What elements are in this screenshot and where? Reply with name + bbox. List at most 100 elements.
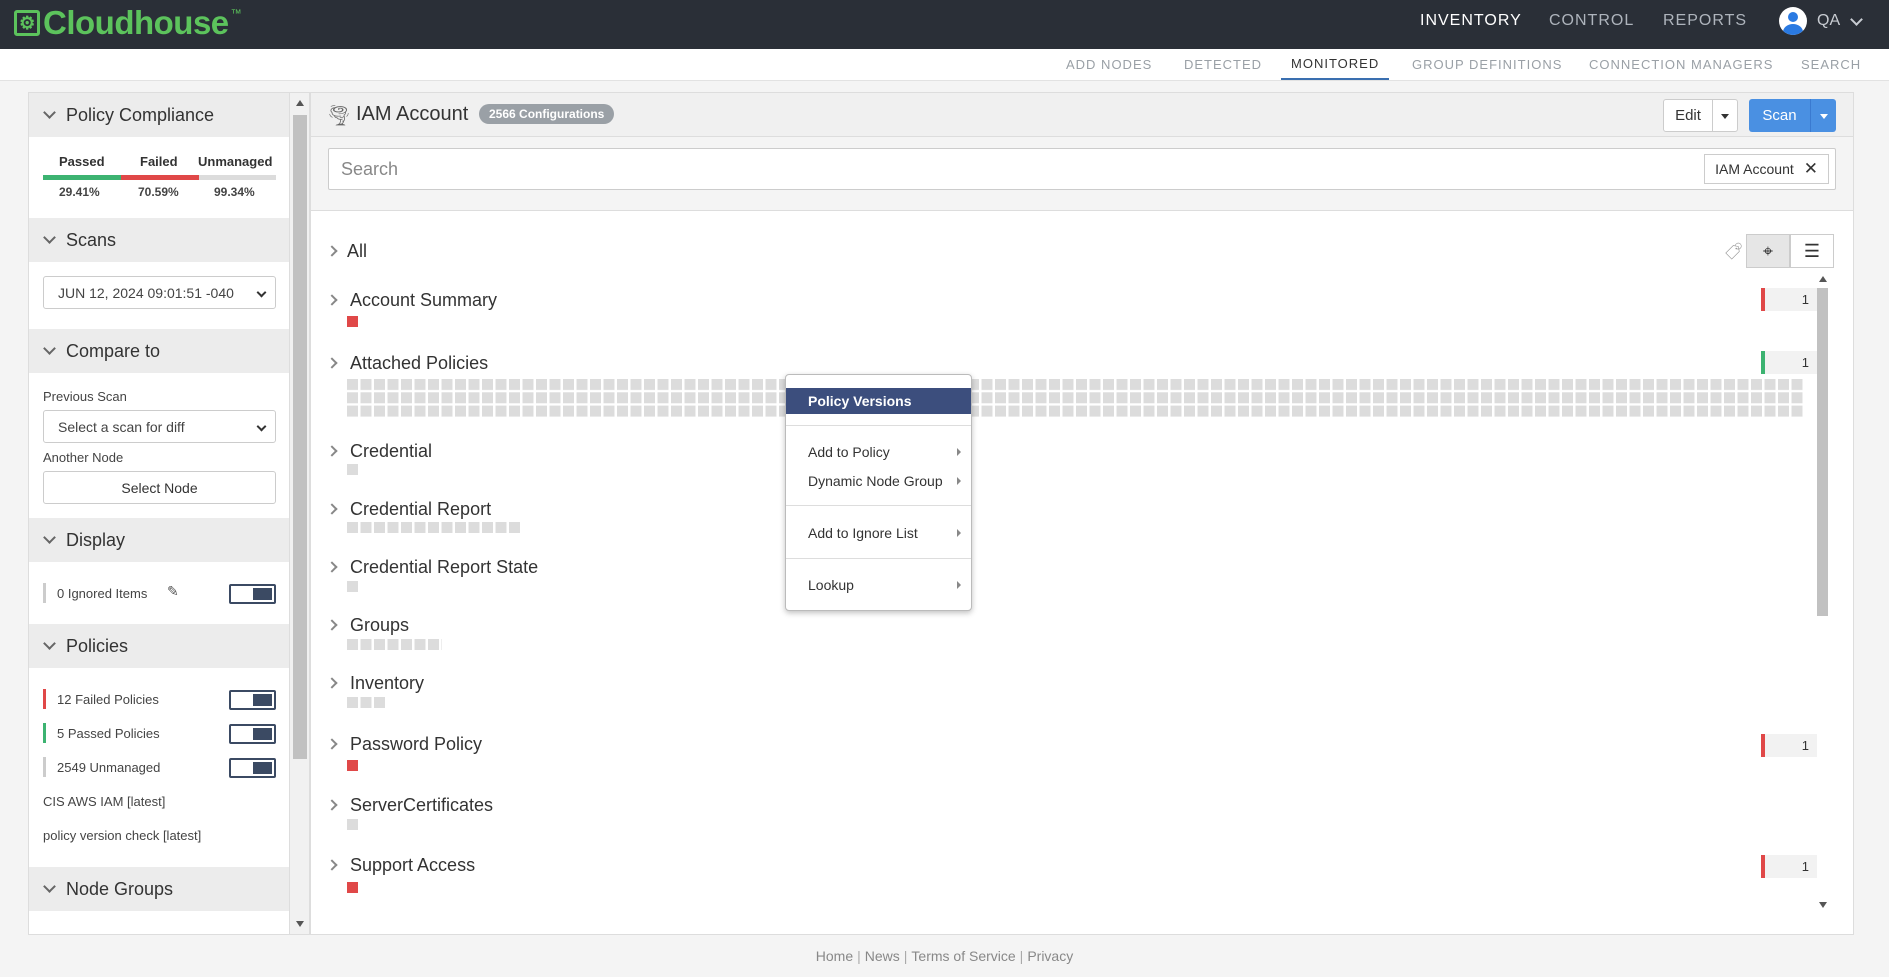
previous-scan-select[interactable]: Select a scan for diff [43, 410, 276, 443]
passed-indicator [43, 723, 46, 743]
cloudhouse-logo[interactable]: ⚙ Cloudhouse ™ [14, 4, 242, 41]
scroll-down-icon[interactable] [1819, 902, 1827, 908]
edit-icon[interactable]: ✎ [167, 583, 179, 600]
config-item-failed[interactable] [347, 316, 358, 327]
tree-row-label[interactable]: Credential Report State [350, 557, 538, 578]
tree-scroll-thumb[interactable] [1817, 288, 1828, 616]
menu-divider [786, 505, 971, 506]
search-input[interactable] [329, 149, 1479, 189]
tree-all[interactable]: All [347, 241, 367, 262]
config-items-grid[interactable] [347, 379, 1804, 418]
config-item[interactable] [347, 581, 358, 592]
tree-row-label[interactable]: Support Access [350, 855, 475, 876]
chevron-down-icon [43, 106, 56, 119]
tree-row-label[interactable]: Password Policy [350, 734, 482, 755]
scan-dropdown-button[interactable] [1810, 99, 1836, 132]
failed-indicator [43, 689, 46, 709]
list-view-button[interactable]: ☰ [1790, 234, 1834, 268]
subnav-search[interactable]: SEARCH [1801, 49, 1861, 80]
caret-down-icon [1721, 113, 1729, 119]
config-item-failed[interactable] [347, 882, 358, 893]
failed-indicator [1761, 288, 1765, 311]
sidebar-scrollbar[interactable] [290, 92, 310, 935]
tree-row-label[interactable]: ServerCertificates [350, 795, 493, 816]
select-node-button[interactable]: Select Node [43, 471, 276, 504]
chevron-right-icon [957, 448, 961, 456]
filter-chip[interactable]: IAM Account ✕ [1704, 154, 1829, 184]
another-node-label: Another Node [43, 450, 124, 465]
tree-row-label[interactable]: Attached Policies [350, 353, 488, 374]
policy-link[interactable]: policy version check [latest] [43, 828, 201, 843]
unmanaged-policies-toggle[interactable] [229, 758, 276, 778]
list-icon: ☰ [1803, 240, 1821, 261]
scan-button[interactable]: Scan [1749, 99, 1810, 132]
trademark: ™ [230, 8, 242, 20]
footer-link-privacy[interactable]: Privacy [1027, 948, 1073, 964]
footer-link-home[interactable]: Home [816, 948, 853, 964]
scan-select[interactable]: JUN 12, 2024 09:01:51 -040 [43, 276, 276, 309]
section-policies[interactable]: Policies [29, 624, 289, 668]
tag-icon[interactable]: 🏷 [1723, 241, 1743, 261]
tree-row-label[interactable]: Credential [350, 441, 432, 462]
menu-item-add-to-ignore-list[interactable]: Add to Ignore List [786, 521, 971, 545]
close-icon[interactable]: ✕ [1804, 159, 1818, 179]
section-compare-to[interactable]: Compare to [29, 329, 289, 373]
subnav-group-definitions[interactable]: GROUP DEFINITIONS [1412, 49, 1562, 80]
policy-link[interactable]: CIS AWS IAM [latest] [43, 794, 165, 809]
section-scans[interactable]: Scans [29, 218, 289, 262]
menu-item-label: Lookup [808, 577, 854, 593]
tree-row-label[interactable]: Inventory [350, 673, 424, 694]
footer-link-terms[interactable]: Terms of Service [911, 948, 1015, 964]
passed-label: Passed [59, 154, 105, 169]
context-menu: Policy Versions Add to Policy Dynamic No… [785, 374, 972, 611]
graph-view-button[interactable]: ⌖ [1746, 234, 1790, 268]
row-count-badge: 1 [1761, 734, 1817, 757]
logo-text: Cloudhouse [43, 4, 229, 41]
config-items-grid[interactable] [347, 522, 522, 533]
nav-control[interactable]: CONTROL [1549, 0, 1634, 42]
section-node-groups[interactable]: Node Groups [29, 867, 289, 911]
ignored-items-toggle[interactable] [229, 584, 276, 604]
scroll-up-icon[interactable] [1819, 276, 1827, 282]
config-items-grid[interactable] [347, 639, 442, 650]
sidebar-scroll-thumb[interactable] [293, 115, 307, 759]
user-menu[interactable]: QA [1779, 6, 1863, 36]
tree-row-label[interactable]: Groups [350, 615, 409, 636]
tornado-icon: 🌪 [326, 105, 352, 127]
nav-inventory[interactable]: INVENTORY [1420, 0, 1522, 42]
tree-row-label[interactable]: Account Summary [350, 290, 497, 311]
menu-item-label: Dynamic Node Group [808, 473, 943, 489]
edit-dropdown-button[interactable] [1712, 99, 1738, 132]
footer-link-news[interactable]: News [865, 948, 900, 964]
section-display[interactable]: Display [29, 518, 289, 562]
menu-item-lookup[interactable]: Lookup [786, 573, 971, 597]
chevron-right-icon [957, 529, 961, 537]
subnav-detected[interactable]: DETECTED [1184, 49, 1262, 80]
row-count: 1 [1801, 355, 1809, 370]
menu-item-dynamic-node-group[interactable]: Dynamic Node Group [786, 469, 971, 493]
sidebar: Policy Compliance Passed Failed Unmanage… [28, 92, 290, 935]
passed-policies-toggle[interactable] [229, 724, 276, 744]
failed-policies-toggle[interactable] [229, 690, 276, 710]
config-item[interactable] [347, 819, 358, 830]
page-title: IAM Account [356, 103, 469, 125]
scroll-down-icon[interactable] [296, 921, 304, 927]
subnav-monitored[interactable]: MONITORED [1281, 49, 1390, 80]
search-box: IAM Account ✕ [328, 148, 1836, 190]
subnav-add-nodes[interactable]: ADD NODES [1066, 49, 1152, 80]
chevron-down-icon [43, 637, 56, 650]
edit-button[interactable]: Edit [1663, 99, 1713, 132]
scroll-up-icon[interactable] [296, 100, 304, 106]
tree-scrollbar[interactable] [1815, 272, 1830, 912]
tree-row-label[interactable]: Credential Report [350, 499, 491, 520]
nav-reports[interactable]: REPORTS [1663, 0, 1747, 42]
config-item-failed[interactable] [347, 760, 358, 771]
subnav-connection-managers[interactable]: CONNECTION MANAGERS [1589, 49, 1773, 80]
failed-label: Failed [140, 154, 178, 169]
config-item[interactable] [347, 464, 358, 475]
menu-item-policy-versions[interactable]: Policy Versions [786, 388, 971, 414]
filter-chip-label: IAM Account [1715, 161, 1794, 177]
section-policy-compliance[interactable]: Policy Compliance [29, 93, 289, 137]
config-items-grid[interactable] [347, 697, 387, 708]
menu-item-add-to-policy[interactable]: Add to Policy [786, 440, 971, 464]
